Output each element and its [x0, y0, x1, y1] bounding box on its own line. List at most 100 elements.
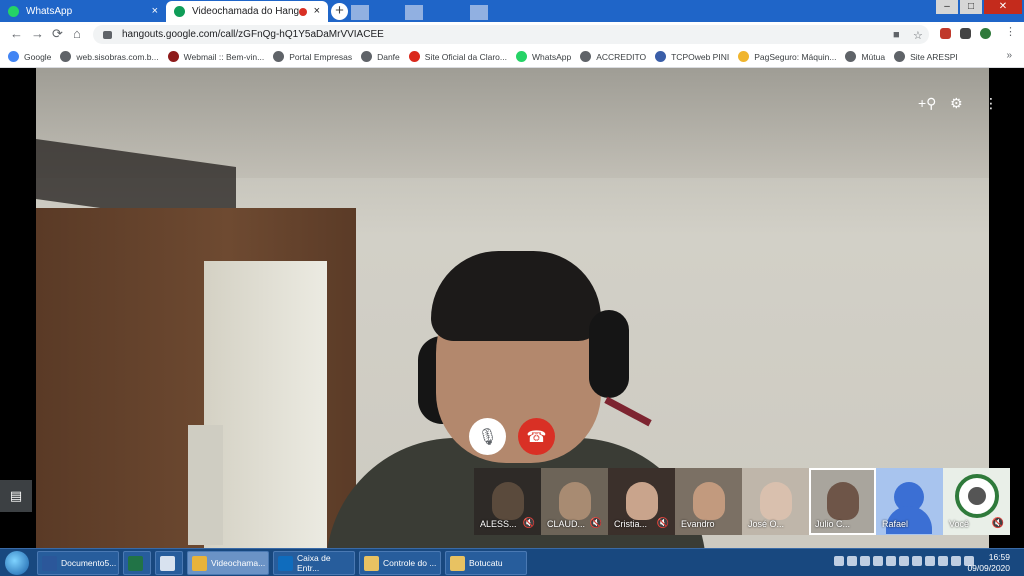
- camera-icon[interactable]: ■: [893, 29, 900, 41]
- more-options-icon[interactable]: ⋮: [984, 96, 998, 110]
- bookmark-star-icon[interactable]: ☆: [913, 29, 923, 42]
- taskbar-app-button[interactable]: Caixa de Entr...: [273, 551, 355, 575]
- bookmark-label: web.sisobras.com.b...: [76, 51, 159, 62]
- close-window-button[interactable]: ✕: [984, 0, 1022, 14]
- taskbar-app-button[interactable]: Controle do ...: [359, 551, 441, 575]
- bookmark-label: Webmail :: Bem-vin...: [183, 51, 265, 62]
- new-tab-button[interactable]: +: [331, 3, 348, 20]
- taskbar-app-button[interactable]: [155, 551, 183, 575]
- system-tray: [834, 556, 974, 566]
- bookmarks-overflow-button[interactable]: »: [1006, 50, 1012, 61]
- reload-button[interactable]: ⟳: [52, 27, 63, 40]
- bookmark-item[interactable]: ACCREDITO: [580, 51, 646, 62]
- participant-tile[interactable]: Você 🔇: [943, 468, 1010, 535]
- home-button[interactable]: ⌂: [73, 27, 81, 40]
- taskbar-app-button[interactable]: Botucatu: [445, 551, 527, 575]
- browser-menu-icon[interactable]: ⋮: [1005, 25, 1016, 38]
- hangouts-icon: [174, 6, 185, 17]
- taskbar-app-button[interactable]: Videochama...: [187, 551, 269, 575]
- taskbar-app-button[interactable]: Documento5...: [37, 551, 119, 575]
- taskbar-app-label: Documento5...: [61, 558, 117, 568]
- bookmark-label: TCPOweb PINI: [671, 51, 730, 62]
- bookmark-label: Mútua: [861, 51, 886, 62]
- tab-whatsapp[interactable]: WhatsApp ×: [0, 1, 166, 22]
- app-icon: [192, 555, 207, 571]
- taskbar-app-label: Caixa de Entr...: [297, 553, 331, 573]
- taskbar-clock[interactable]: 16:59 09/09/2020: [967, 552, 1010, 574]
- settings-icon[interactable]: ⚙: [950, 96, 963, 110]
- participant-video: [492, 482, 524, 520]
- app-icon: [278, 555, 293, 571]
- taskbar-app-button[interactable]: [123, 551, 151, 575]
- address-bar[interactable]: hangouts.google.com/call/zGFnQg-hQ1Y5aDa…: [93, 25, 929, 44]
- tab-close-icon[interactable]: ×: [314, 6, 320, 17]
- muted-microphone-icon: 🔇: [991, 518, 1004, 529]
- tray-icon[interactable]: [847, 556, 857, 566]
- participant-video: [559, 482, 591, 520]
- bookmark-item[interactable]: WhatsApp: [515, 51, 572, 62]
- pagseguro-icon: [738, 51, 750, 62]
- extensions-puzzle-icon[interactable]: [960, 28, 971, 39]
- background-window-icon: [351, 5, 369, 20]
- participant-name: Você: [949, 519, 970, 529]
- minimize-button[interactable]: –: [936, 0, 958, 14]
- tray-icon[interactable]: [860, 556, 870, 566]
- bookmark-item[interactable]: Portal Empresas: [273, 51, 352, 62]
- bookmark-label: Danfe: [377, 51, 400, 62]
- bookmark-item[interactable]: Danfe: [361, 51, 400, 62]
- profile-avatar-icon[interactable]: [980, 28, 991, 39]
- start-button[interactable]: [5, 551, 29, 575]
- pini-icon: [655, 51, 667, 62]
- globe-icon: [273, 51, 285, 62]
- mute-microphone-button[interactable]: 🎙: [469, 418, 506, 455]
- participant-name: Rafael: [882, 519, 909, 529]
- participant-tile[interactable]: ALESS... 🔇: [474, 468, 541, 535]
- participant-tile[interactable]: CLAUD... 🔇: [541, 468, 608, 535]
- tray-icon[interactable]: [938, 556, 948, 566]
- bookmark-label: WhatsApp: [531, 51, 572, 62]
- tray-icon[interactable]: [899, 556, 909, 566]
- bookmark-item[interactable]: Mútua: [845, 51, 885, 62]
- participant-name: Julio C...: [815, 519, 851, 529]
- bookmark-item[interactable]: Google: [8, 51, 51, 62]
- forward-button[interactable]: →: [31, 27, 44, 40]
- muted-microphone-icon: 🔇: [522, 518, 535, 529]
- whatsapp-icon: [515, 51, 527, 62]
- webmail-icon: [167, 51, 179, 62]
- bookmark-label: ACCREDITO: [596, 51, 647, 62]
- globe-icon: [60, 51, 72, 62]
- participant-tile[interactable]: Julio C...: [809, 468, 876, 535]
- participant-tile[interactable]: Evandro: [675, 468, 742, 535]
- participant-name: ALESS...: [480, 519, 517, 529]
- bookmark-item[interactable]: Webmail :: Bem-vin...: [167, 51, 265, 62]
- tray-icon[interactable]: [951, 556, 961, 566]
- tray-icon[interactable]: [886, 556, 896, 566]
- chat-button[interactable]: ▤: [0, 480, 32, 512]
- seal-gear-icon: [968, 487, 986, 505]
- taskbar-app-label: Controle do ...: [383, 558, 437, 568]
- desktop-screen: WhatsApp × Videochamada do Hangouts × + …: [0, 0, 1024, 576]
- extension-icon[interactable]: [940, 28, 951, 39]
- participant-tile[interactable]: José O...: [742, 468, 809, 535]
- tab-close-icon[interactable]: ×: [152, 6, 158, 17]
- tray-icon[interactable]: [912, 556, 922, 566]
- add-person-icon[interactable]: +⚲: [918, 96, 936, 110]
- bookmark-item[interactable]: TCPOweb PINI: [655, 51, 729, 62]
- bookmark-item[interactable]: PagSeguro: Máquin...: [738, 51, 836, 62]
- tray-icon[interactable]: [834, 556, 844, 566]
- tray-icon[interactable]: [873, 556, 883, 566]
- bookmark-item[interactable]: Site Oficial da Claro...: [408, 51, 507, 62]
- back-button[interactable]: ←: [10, 27, 23, 40]
- participant-tile[interactable]: Cristia... 🔇: [608, 468, 675, 535]
- whatsapp-icon: [8, 6, 19, 17]
- hang-up-button[interactable]: ☎: [518, 418, 555, 455]
- bookmark-label: Google: [24, 51, 52, 62]
- maximize-button[interactable]: □: [960, 0, 982, 14]
- tab-hangouts[interactable]: Videochamada do Hangouts ×: [166, 1, 328, 22]
- bookmark-item[interactable]: web.sisobras.com.b...: [60, 51, 159, 62]
- bookmark-item[interactable]: Site ARESPI: [894, 51, 958, 62]
- participant-tile[interactable]: Rafael: [876, 468, 943, 535]
- bookmark-label: Portal Empresas: [289, 51, 353, 62]
- tray-icon[interactable]: [925, 556, 935, 566]
- clock-date: 09/09/2020: [967, 563, 1010, 573]
